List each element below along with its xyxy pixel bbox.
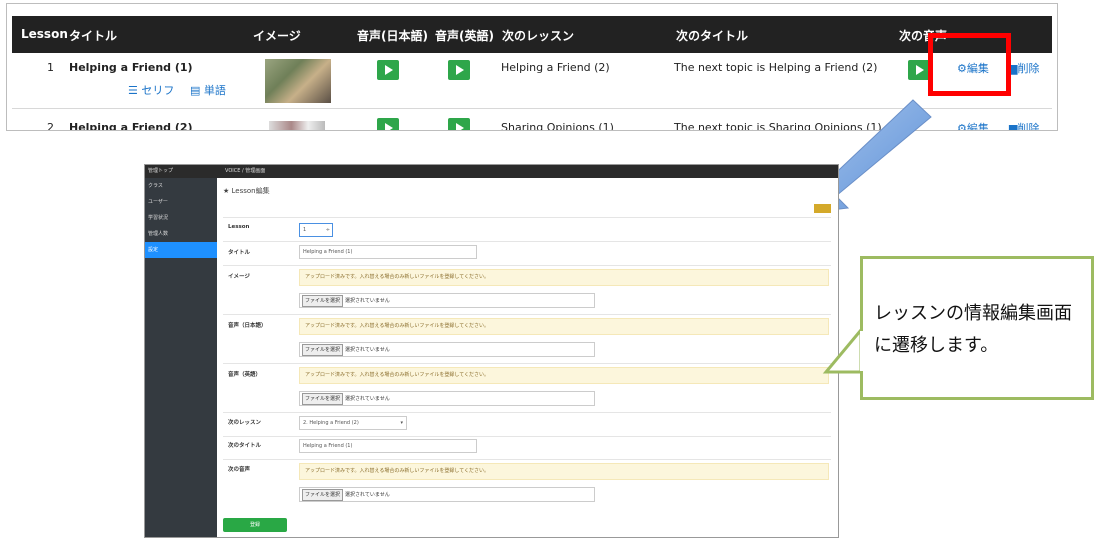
callout-pointer-mask (860, 331, 865, 371)
callout-line-2: に遷移します。 (874, 335, 999, 356)
callout-text: レッスンの情報編集画面 に遷移します。 (874, 298, 1084, 362)
callout-line-1: レッスンの情報編集画面 (874, 303, 1072, 324)
